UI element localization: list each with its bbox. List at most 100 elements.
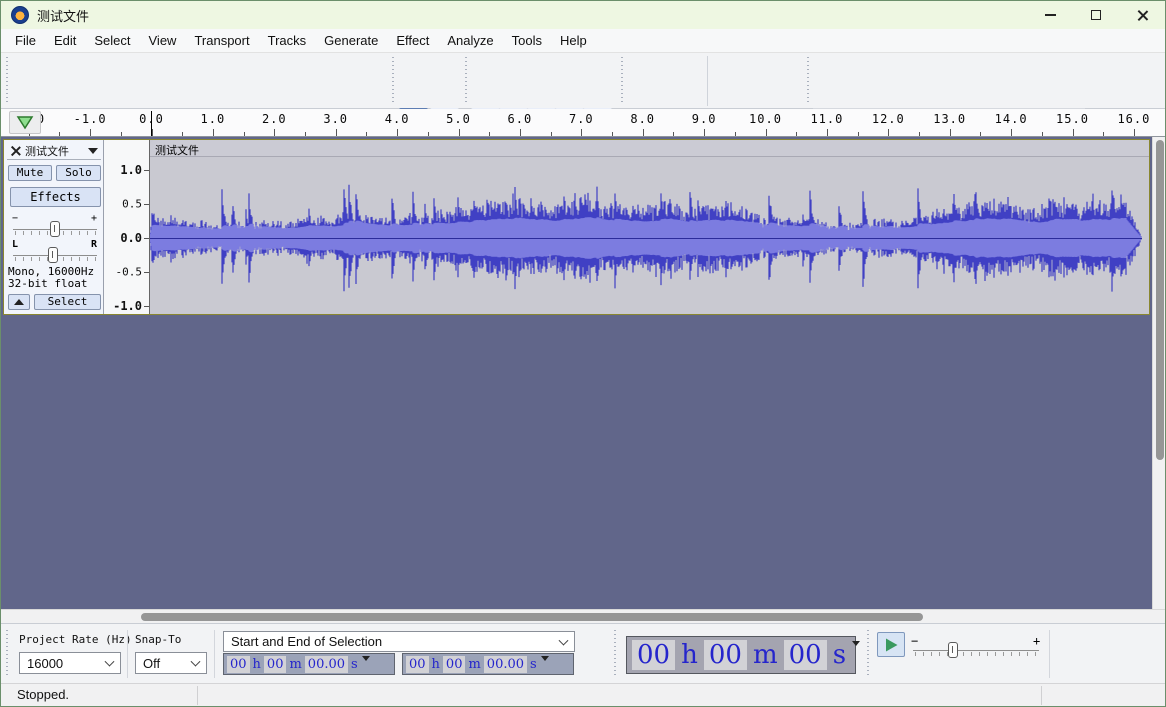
ruler-tick — [520, 129, 521, 136]
project-rate-select[interactable]: 16000 — [19, 652, 121, 674]
vruler-label: 0.0 — [120, 231, 142, 245]
sel-start-minutes[interactable]: 00 — [264, 656, 287, 673]
timeline-ruler[interactable]: -2.0-1.00.01.02.03.04.05.06.07.08.09.010… — [1, 109, 1165, 137]
ruler-tick — [888, 129, 889, 136]
chevron-down-icon[interactable] — [541, 656, 549, 661]
selection-toolbar-grip[interactable] — [6, 630, 10, 678]
select-track-button[interactable]: Select — [34, 294, 101, 310]
track-close-icon[interactable] — [10, 145, 22, 157]
vertical-ruler[interactable]: 1.00.50.0-0.5-1.0 — [104, 140, 150, 314]
sel-start-seconds[interactable]: 00.00 — [305, 656, 348, 673]
ruler-tick — [551, 132, 552, 136]
audio-setup-toolbar-grip[interactable] — [621, 57, 625, 105]
ruler-tick — [858, 132, 859, 136]
ruler-tick — [152, 129, 153, 136]
sel-end-seconds[interactable]: 00.00 — [484, 656, 527, 673]
ruler-tick — [950, 129, 951, 136]
collapse-track-button[interactable] — [8, 294, 30, 310]
speed-plus-label: + — [1033, 634, 1040, 648]
speed-slider-track — [913, 650, 1039, 651]
menu-edit[interactable]: Edit — [46, 31, 84, 50]
ruler-label: 8.0 — [630, 112, 655, 126]
timeline-options-button[interactable] — [9, 111, 41, 134]
ruler-tick — [919, 132, 920, 136]
close-button[interactable] — [1119, 1, 1165, 29]
vruler-tick — [144, 170, 149, 171]
snap-to-select[interactable]: Off — [135, 652, 207, 674]
menu-generate[interactable]: Generate — [316, 31, 386, 50]
gain-slider[interactable] — [50, 221, 60, 237]
menu-tracks[interactable]: Tracks — [260, 31, 315, 50]
menu-analyze[interactable]: Analyze — [439, 31, 501, 50]
menu-select[interactable]: Select — [86, 31, 138, 50]
vertical-scrollbar[interactable] — [1152, 137, 1165, 609]
time-toolbar-grip[interactable] — [614, 630, 618, 678]
tools-toolbar-grip[interactable] — [392, 57, 396, 105]
ruler-label: -1.0 — [74, 112, 107, 126]
ruler-tick — [428, 132, 429, 136]
project-rate-label: Project Rate (Hz) — [19, 633, 132, 646]
ruler-tick — [489, 132, 490, 136]
separator — [1049, 630, 1050, 678]
solo-button[interactable]: Solo — [56, 165, 101, 181]
sel-start-hours[interactable]: 00 — [227, 656, 250, 673]
menu-view[interactable]: View — [141, 31, 185, 50]
audacity-window: 测试文件 FileEditSelectViewTransportTracksGe… — [0, 0, 1166, 707]
sel-end-hours[interactable]: 00 — [406, 656, 429, 673]
ruler-tick — [366, 132, 367, 136]
sel-end-minutes[interactable]: 00 — [443, 656, 466, 673]
menu-effect[interactable]: Effect — [388, 31, 437, 50]
pan-slider[interactable] — [48, 247, 58, 263]
ruler-tick — [1042, 132, 1043, 136]
effects-button[interactable]: Effects — [10, 187, 101, 207]
track-area[interactable]: 测试文件 Mute Solo Effects − + L R Mono, 160… — [1, 137, 1165, 609]
chevron-down-icon[interactable] — [362, 656, 370, 661]
play-at-speed-toolbar-grip[interactable] — [867, 630, 871, 678]
ruler-tick — [766, 129, 767, 136]
position-hours[interactable]: 00 — [632, 640, 675, 670]
mute-button[interactable]: Mute — [8, 165, 52, 181]
horizontal-scrollbar[interactable] — [1, 609, 1165, 623]
menu-file[interactable]: File — [7, 31, 44, 50]
meter-toolbar-grip[interactable] — [807, 57, 811, 105]
audio-clip[interactable]: 测试文件 — [150, 140, 1149, 314]
ruler-tick — [643, 129, 644, 136]
ruler-label: 6.0 — [508, 112, 533, 126]
vruler-label: 0.5 — [122, 198, 142, 211]
ruler-tick — [612, 132, 613, 136]
menu-bar: FileEditSelectViewTransportTracksGenerat… — [1, 29, 1165, 53]
selection-start-field[interactable]: 00 h 00 m 00.00 s — [223, 653, 395, 675]
menu-tools[interactable]: Tools — [504, 31, 550, 50]
ruler-tick — [59, 132, 60, 136]
horizontal-scrollbar-thumb[interactable] — [141, 613, 923, 621]
audio-position-display[interactable]: 00 h 00 m 00 s — [626, 636, 856, 674]
play-at-speed-button[interactable] — [877, 632, 905, 657]
track-control-panel: 测试文件 Mute Solo Effects − + L R Mono, 160… — [4, 140, 104, 314]
chevron-down-icon[interactable] — [852, 641, 860, 646]
selection-mode-select[interactable]: Start and End of Selection — [223, 631, 575, 652]
clip-title-bar[interactable]: 测试文件 — [150, 140, 1149, 157]
transport-toolbar-grip[interactable] — [6, 57, 10, 105]
audio-track[interactable]: 测试文件 Mute Solo Effects − + L R Mono, 160… — [3, 139, 1150, 315]
ruler-label: 16.0 — [1117, 112, 1150, 126]
ruler-label: 14.0 — [995, 112, 1028, 126]
edit-toolbar-grip[interactable] — [465, 57, 469, 105]
ruler-label: 5.0 — [446, 112, 471, 126]
menu-transport[interactable]: Transport — [186, 31, 257, 50]
pan-left-label: L — [12, 239, 18, 250]
position-seconds[interactable]: 00 — [784, 640, 827, 670]
menu-help[interactable]: Help — [552, 31, 595, 50]
maximize-icon — [1091, 10, 1101, 20]
track-menu-icon[interactable] — [88, 148, 98, 154]
minimize-button[interactable] — [1027, 1, 1073, 29]
ruler-tick — [1134, 129, 1135, 136]
speed-slider[interactable] — [948, 642, 958, 658]
position-minutes[interactable]: 00 — [704, 640, 747, 670]
ruler-tick — [459, 129, 460, 136]
selection-end-field[interactable]: 00 h 00 m 00.00 s — [402, 653, 574, 675]
maximize-button[interactable] — [1073, 1, 1119, 29]
ruler-tick — [1011, 129, 1012, 136]
ruler-label: 3.0 — [323, 112, 348, 126]
track-name[interactable]: 测试文件 — [25, 143, 88, 159]
vertical-scrollbar-thumb[interactable] — [1156, 140, 1164, 460]
